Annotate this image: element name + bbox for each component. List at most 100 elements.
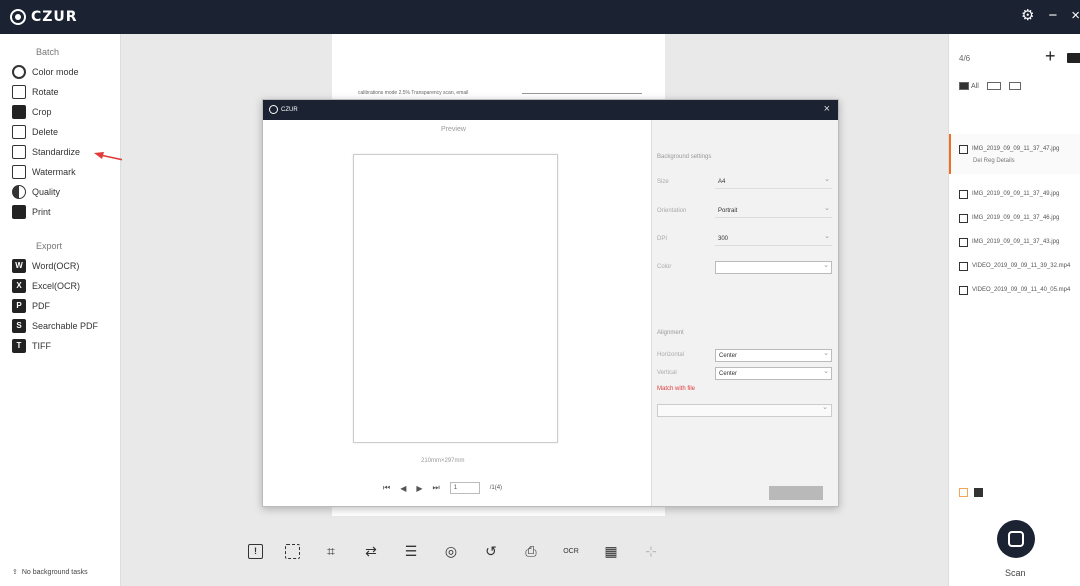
split-icon[interactable]: ⊹ [642, 542, 660, 560]
color-select[interactable] [715, 260, 832, 274]
filter-all[interactable]: All [959, 82, 979, 90]
video-filter-icon[interactable] [1008, 82, 1021, 90]
sidebar-item-searchable-pdf[interactable]: S Searchable PDF [0, 316, 120, 336]
list-item[interactable]: IMG_2019_09_09_11_37_49.jpg [949, 182, 1080, 206]
scan-button[interactable] [997, 520, 1035, 558]
checkbox-checked-icon[interactable] [959, 189, 968, 199]
sidebar-item-rotate[interactable]: Rotate [0, 82, 120, 102]
sidebar-item-excel-ocr[interactable]: X Excel(OCR) [0, 276, 120, 296]
list-item[interactable]: IMG_2019_09_09_11_37_46.jpg [949, 206, 1080, 230]
right-file-panel: 4/6 + All IMG_2019_09_09_11_37_47.jpg De… [948, 34, 1080, 586]
checkbox-checked-icon[interactable] [959, 213, 968, 223]
sidebar-item-crop[interactable]: Crop [0, 102, 120, 122]
swap-icon[interactable]: ⇄ [362, 542, 380, 560]
list-item[interactable]: VIDEO_2019_09_09_11_40_05.mp4 [949, 278, 1080, 302]
left-sidebar: Batch Color mode Rotate Crop Delete Stan… [0, 34, 121, 586]
minimize-icon[interactable]: − [1048, 6, 1057, 26]
sidebar-item-delete[interactable]: Delete [0, 122, 120, 142]
sidebar-item-color-mode[interactable]: Color mode [0, 62, 120, 82]
sidebar-item-label: Excel(OCR) [32, 281, 81, 291]
list-item[interactable]: VIDEO_2019_09_09_11_39_32.mp4 [949, 254, 1080, 278]
info-icon[interactable]: ! [248, 543, 263, 559]
color-icon[interactable]: ◎ [442, 542, 460, 560]
close-window-icon[interactable]: × [1071, 6, 1080, 26]
searchable-pdf-icon: S [12, 319, 26, 333]
dialog-logo: CZUR [269, 105, 298, 114]
scan-icon [1008, 531, 1024, 547]
dialog-close-icon[interactable]: × [824, 103, 830, 115]
last-page-icon[interactable]: ⏭ [433, 483, 440, 493]
sidebar-item-quality[interactable]: Quality [0, 182, 120, 202]
checkbox-unchecked-icon[interactable] [959, 261, 968, 271]
watermark-icon [12, 165, 26, 179]
tiff-icon: T [12, 339, 26, 353]
color-mode-icon [12, 65, 26, 79]
grid-icon[interactable]: ▦ [602, 542, 620, 560]
crop-tool-icon[interactable]: ⌗ [322, 542, 340, 560]
horizontal-select[interactable]: Center [715, 348, 832, 362]
checkbox-checked-icon[interactable] [959, 237, 968, 247]
orientation-label: Orientation [657, 208, 687, 214]
sidebar-item-print[interactable]: Print [0, 202, 120, 222]
app-title: CZUR [31, 9, 78, 25]
czur-logo-icon [10, 9, 26, 25]
file-actions[interactable]: Del Reg Details [959, 158, 1015, 164]
preview-label: Preview [441, 126, 466, 133]
first-page-icon[interactable]: ⏮ [383, 483, 390, 493]
next-page-icon[interactable]: ▶ [416, 484, 422, 493]
sidebar-item-pdf[interactable]: P PDF [0, 296, 120, 316]
page-number-input[interactable]: 1 [449, 482, 480, 494]
sidebar-item-label: Rotate [32, 87, 59, 97]
rotate-icon [12, 85, 26, 99]
match-with-file-link[interactable]: Match with file [657, 386, 695, 392]
ocr-icon[interactable]: OCR [562, 542, 580, 560]
batch-heading: Batch [36, 47, 60, 57]
size-select[interactable]: A4 [715, 174, 832, 189]
upload-icon: ⇪ [12, 569, 18, 576]
prev-page-icon[interactable]: ◀ [400, 484, 406, 493]
dpi-select[interactable]: 300 [715, 231, 832, 246]
checkbox-unchecked-icon[interactable] [959, 285, 968, 295]
size-label: Size [657, 179, 669, 185]
page-text-snippet: calibrations mode 2.5% Transparency scan… [358, 90, 469, 96]
print-tool-icon[interactable]: ⎙ [522, 542, 540, 560]
excel-icon: X [12, 279, 26, 293]
sidebar-item-label: Print [32, 207, 51, 217]
sidebar-item-label: Watermark [32, 167, 76, 177]
grid-view-icon[interactable] [974, 488, 983, 497]
sidebar-item-word-ocr[interactable]: W Word(OCR) [0, 256, 120, 276]
select-icon[interactable] [285, 543, 300, 559]
ok-button[interactable] [769, 486, 823, 500]
page-total: /1(4) [489, 485, 503, 491]
adjust-icon[interactable]: ☰ [402, 542, 420, 560]
page-text-line [522, 93, 642, 94]
horizontal-label: Horizontal [657, 352, 685, 358]
sidebar-item-label: TIFF [32, 341, 51, 351]
list-view-icon[interactable] [959, 488, 968, 497]
add-icon[interactable]: + [1045, 46, 1056, 67]
vertical-select[interactable]: Center [715, 366, 832, 380]
bottom-toolbar: ! ⌗ ⇄ ☰ ◎ ↺ ⎙ OCR ▦ ⊹ [248, 542, 660, 560]
export-heading: Export [36, 241, 63, 251]
title-bar: CZUR ⚙ − × [0, 0, 1080, 34]
file-name: IMG_2019_09_09_11_37_49.jpg [972, 191, 1060, 197]
list-item[interactable]: IMG_2019_09_09_11_37_47.jpg Del Reg Deta… [949, 134, 1080, 174]
alignment-heading: Alignment [657, 330, 684, 336]
app-brand: CZUR [10, 9, 78, 25]
sidebar-item-label: Color mode [32, 67, 79, 77]
match-file-select[interactable] [657, 403, 832, 417]
pager: ⏮ ◀ ▶ ⏭ 1 /1(4) [383, 482, 502, 494]
image-filter-icon[interactable] [986, 82, 1001, 90]
settings-gear-icon[interactable]: ⚙ [1021, 6, 1034, 26]
orientation-select[interactable]: Portrait [715, 203, 832, 218]
undo-icon[interactable]: ↺ [482, 542, 500, 560]
background-task-status: ⇪ No background tasks [12, 568, 88, 577]
sidebar-item-tiff[interactable]: T TIFF [0, 336, 120, 356]
dialog-title: CZUR [281, 106, 298, 113]
checkbox-checked-icon[interactable] [959, 144, 968, 154]
list-item[interactable]: IMG_2019_09_09_11_37_43.jpg [949, 230, 1080, 254]
crop-icon [12, 105, 26, 119]
file-name: IMG_2019_09_09_11_37_43.jpg [972, 239, 1060, 245]
folder-icon[interactable] [1067, 53, 1080, 63]
view-toggle [959, 488, 983, 497]
